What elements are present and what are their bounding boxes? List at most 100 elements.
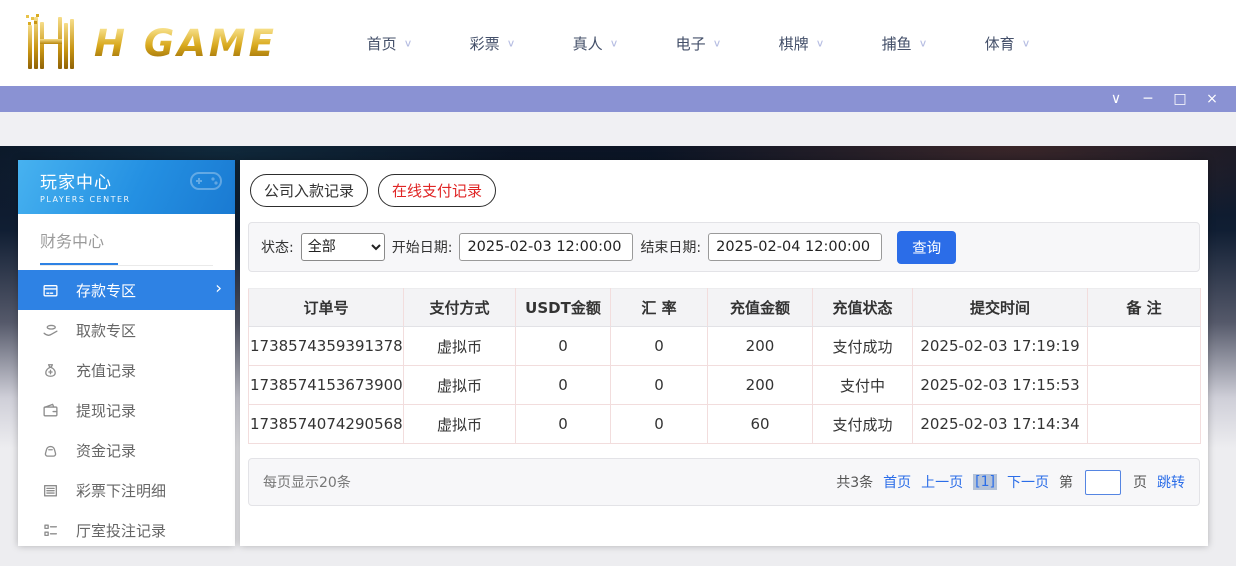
sidebar-item-withdraw-record[interactable]: 提现记录› [18,390,235,430]
filter-bar: 状态: 全部 开始日期: 结束日期: 查询 [248,222,1200,272]
sidebar-item-withdraw-zone[interactable]: 取款专区› [18,310,235,350]
prev-page-link[interactable]: 上一页 [921,472,963,492]
column-header: 汇 率 [611,289,708,327]
table-cell: 2025-02-03 17:15:53 [913,366,1088,405]
list-icon [42,482,59,499]
nav-item-label: 棋牌 [779,33,809,54]
nav-item-live[interactable]: 真人 ∨ [544,33,647,54]
pager: 共3条 首页 上一页 [1] 下一页 第 页 跳转 [836,470,1185,495]
records-table: 订单号支付方式USDT金额汇 率充值金额充值状态提交时间备 注 17385743… [248,288,1201,444]
current-page[interactable]: [1] [973,474,997,490]
money-bag-icon [42,362,59,379]
hgame-logo-icon [26,15,86,71]
nav-item-label: 电子 [676,33,706,54]
hand-coin-icon [42,322,59,339]
nav-item-lottery[interactable]: 彩票 ∨ [441,33,544,54]
finance-center-section: 财务中心 [18,214,235,266]
chevron-down-icon: ∨ [1022,37,1031,49]
section-divider [40,263,213,266]
start-date-label: 开始日期: [392,237,453,257]
record-tabs: 公司入款记录在线支付记录 [250,174,1200,207]
sidebar-item-label: 充值记录 [76,360,136,381]
page-jump-input[interactable] [1085,470,1121,495]
nav-item-label: 彩票 [470,33,500,54]
site-header: H GAME 首页∨彩票∨真人∨电子∨棋牌∨捕鱼∨体育∨ [0,0,1236,86]
section-title: 财务中心 [40,228,213,252]
table-head: 订单号支付方式USDT金额汇 率充值金额充值状态提交时间备 注 [249,289,1201,327]
nav-item-sports[interactable]: 体育 ∨ [956,33,1059,54]
sidebar-item-label: 资金记录 [76,440,136,461]
chevron-down-icon: ∨ [713,37,722,49]
logo[interactable]: H GAME [26,15,316,71]
wallet-icon [42,402,59,419]
per-page-label: 每页显示20条 [263,472,351,492]
tab-company-deposit[interactable]: 公司入款记录 [250,174,368,207]
sidebar-item-deposit-zone[interactable]: 存款专区› [18,270,235,310]
nav-item-label: 体育 [985,33,1015,54]
close-icon[interactable]: × [1196,86,1228,112]
table-cell: 0 [611,366,708,405]
table-cell: 虚拟币 [404,327,516,366]
table-row: 1738574074290568虚拟币0060支付成功2025-02-03 17… [249,405,1201,444]
pagination-bar: 每页显示20条 共3条 首页 上一页 [1] 下一页 第 页 跳转 [248,458,1200,506]
column-header: 充值金额 [708,289,813,327]
table-cell: 虚拟币 [404,405,516,444]
logo-text: H GAME [94,22,277,65]
chevron-down-icon[interactable]: ∨ [1100,86,1132,112]
table-body: 1738574359391378虚拟币00200支付成功2025-02-03 1… [249,327,1201,444]
maximize-icon[interactable]: □ [1164,86,1196,112]
form-icon [42,522,59,539]
column-header: 备 注 [1088,289,1201,327]
table-cell: 2025-02-03 17:19:19 [913,327,1088,366]
table-cell: 60 [708,405,813,444]
status-select[interactable]: 全部 [301,233,385,261]
app-window: H GAME 首页∨彩票∨真人∨电子∨棋牌∨捕鱼∨体育∨ ∨─□× 玩家中心 P… [0,0,1236,566]
sidebar-item-label: 存款专区 [76,280,136,301]
main-panel: 公司入款记录在线支付记录 状态: 全部 开始日期: 结束日期: 查询 订单号支付… [240,160,1208,546]
sidebar-item-lottery-detail[interactable]: 彩票下注明细› [18,470,235,510]
column-header: 充值状态 [813,289,913,327]
nav-item-electronic[interactable]: 电子 ∨ [647,33,750,54]
sidebar-item-label: 提现记录 [76,400,136,421]
players-center-header: 玩家中心 PLAYERS CENTER [18,160,235,214]
table-cell: 0 [516,366,611,405]
sidebar-item-label: 厅室投注记录 [76,520,166,541]
column-header: 订单号 [249,289,404,327]
nav-item-board[interactable]: 棋牌∨ [750,33,853,54]
window-titlebar: ∨─□× [0,86,1236,112]
table-cell: 1738574074290568 [249,405,404,444]
sidebar-menu: 存款专区›取款专区›充值记录›提现记录›资金记录›彩票下注明细›厅室投注记录› [18,270,235,550]
table-cell: 支付成功 [813,405,913,444]
sidebar-item-recharge-record[interactable]: 充值记录› [18,350,235,390]
start-date-input[interactable] [459,233,633,261]
total-count: 共3条 [836,472,873,492]
nav-item-home[interactable]: 首页∨ [338,33,441,54]
sidebar-item-funds-record[interactable]: 资金记录› [18,430,235,470]
minimize-icon[interactable]: ─ [1132,86,1164,112]
table-cell: 200 [708,327,813,366]
jump-post-label: 页 [1133,472,1147,492]
nav-item-fishing[interactable]: 捕鱼∨ [853,33,956,54]
column-header: 支付方式 [404,289,516,327]
table-cell: 2025-02-03 17:14:34 [913,405,1088,444]
next-page-link[interactable]: 下一页 [1007,472,1049,492]
nav-item-label: 真人 [573,33,603,54]
table-cell: 1738574359391378 [249,327,404,366]
jump-link[interactable]: 跳转 [1157,472,1185,492]
table-cell: 支付成功 [813,327,913,366]
jump-pre-label: 第 [1059,472,1073,492]
tab-online-payment[interactable]: 在线支付记录 [378,174,496,207]
chevron-down-icon: ∨ [507,37,516,49]
column-header: USDT金额 [516,289,611,327]
table-cell: 1738574153673900 [249,366,404,405]
table-row: 1738574153673900虚拟币00200支付中2025-02-03 17… [249,366,1201,405]
chevron-down-icon: ∨ [610,37,619,49]
table-row: 1738574359391378虚拟币00200支付成功2025-02-03 1… [249,327,1201,366]
end-date-input[interactable] [708,233,882,261]
sidebar-item-hall-bet-record[interactable]: 厅室投注记录› [18,510,235,550]
gamepad-icon [189,168,223,198]
first-page-link[interactable]: 首页 [883,472,911,492]
content-stage: 玩家中心 PLAYERS CENTER 财务中心 存款专区›取款专区›充值记录›… [0,146,1236,566]
chevron-down-icon: ∨ [404,37,413,49]
search-button[interactable]: 查询 [897,231,956,264]
